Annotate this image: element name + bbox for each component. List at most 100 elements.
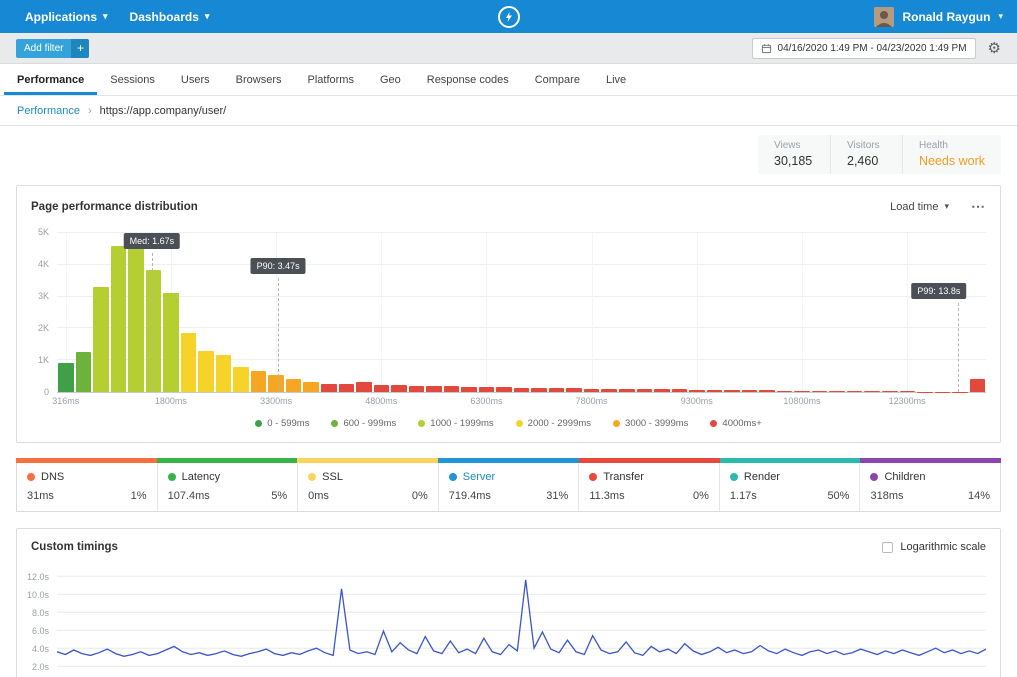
histogram-bar[interactable] — [479, 387, 495, 392]
timing-cell-server[interactable]: Server719.4ms31% — [438, 463, 579, 511]
nav-dashboards-menu[interactable]: Dashboards ▾ — [119, 0, 221, 33]
legend-dot-icon — [255, 420, 262, 427]
histogram-bar[interactable] — [707, 390, 723, 392]
histogram-bar[interactable] — [303, 382, 319, 392]
custom-timings-line — [57, 580, 986, 657]
histogram-bar[interactable] — [584, 389, 600, 392]
tab-users[interactable]: Users — [168, 64, 223, 95]
histogram-bar[interactable] — [864, 391, 880, 392]
metric-dropdown-value: Load time — [890, 201, 938, 213]
nav-dashboards-label: Dashboards — [130, 10, 199, 24]
breadcrumb-performance-link[interactable]: Performance — [17, 105, 80, 117]
histogram-bar[interactable] — [76, 352, 92, 392]
histogram-bar[interactable] — [777, 391, 793, 392]
tab-browsers[interactable]: Browsers — [223, 64, 295, 95]
tab-platforms[interactable]: Platforms — [294, 64, 366, 95]
histogram-bar[interactable] — [321, 384, 337, 392]
date-range-picker[interactable]: 04/16/2020 1:49 PM - 04/23/2020 1:49 PM — [752, 38, 976, 59]
tab-performance[interactable]: Performance — [4, 64, 97, 95]
timing-name: Transfer — [589, 471, 709, 483]
y-axis-label: 3K — [38, 291, 49, 301]
histogram-bar[interactable] — [216, 355, 232, 392]
histogram-bar[interactable] — [829, 391, 845, 392]
metric-dropdown[interactable]: Load time ▾ — [890, 201, 949, 213]
y-axis-label: 0 — [44, 387, 49, 397]
histogram-bar[interactable] — [882, 391, 898, 392]
tab-response-codes[interactable]: Response codes — [414, 64, 522, 95]
histogram-bar[interactable] — [514, 388, 530, 392]
y-axis-label: 5K — [38, 227, 49, 237]
timing-label: Render — [744, 471, 780, 483]
timing-name: Server — [449, 471, 569, 483]
histogram-bar[interactable] — [426, 386, 442, 392]
histogram-bar[interactable] — [391, 385, 407, 392]
histogram-bar[interactable] — [654, 389, 670, 392]
histogram-bar[interactable] — [409, 386, 425, 392]
histogram-bar[interactable] — [794, 391, 810, 392]
histogram-bar[interactable] — [847, 391, 863, 392]
histogram-bar[interactable] — [198, 351, 214, 392]
x-axis-label: 316ms — [52, 396, 79, 406]
logarithmic-scale-toggle[interactable]: Logarithmic scale — [882, 541, 986, 553]
nav-applications-menu[interactable]: Applications ▾ — [14, 0, 119, 33]
timing-name: Children — [870, 471, 990, 483]
histogram-bar[interactable] — [970, 379, 986, 392]
histogram-bar[interactable] — [58, 363, 74, 392]
more-menu-icon[interactable]: ⋯ — [971, 198, 986, 215]
gear-icon[interactable]: ⚙ — [988, 41, 1001, 56]
histogram-bar[interactable] — [900, 391, 916, 392]
tab-compare[interactable]: Compare — [522, 64, 593, 95]
histogram-bar[interactable] — [374, 385, 390, 392]
histogram-bar[interactable] — [549, 388, 565, 392]
histogram-bar[interactable] — [742, 390, 758, 392]
tab-live[interactable]: Live — [593, 64, 639, 95]
timing-cell-render[interactable]: Render1.17s50% — [719, 463, 860, 511]
histogram-bar[interactable] — [268, 375, 284, 392]
histogram-bar[interactable] — [619, 389, 635, 392]
timing-cell-ssl[interactable]: SSL0ms0% — [297, 463, 438, 511]
timing-cell-children[interactable]: Children318ms14% — [859, 463, 1000, 511]
percentile-marker-label: Med: 1.67s — [124, 233, 181, 249]
histogram-bar[interactable] — [339, 384, 355, 392]
histogram-bar[interactable] — [128, 246, 144, 392]
line-chart: 12.0s10.0s8.0s6.0s4.0s2.0s — [17, 565, 1000, 677]
histogram-bar[interactable] — [566, 388, 582, 392]
histogram-bar[interactable] — [181, 333, 197, 392]
histogram-bar[interactable] — [286, 379, 302, 392]
histogram-bar[interactable] — [461, 387, 477, 392]
histogram-bar[interactable] — [146, 270, 162, 392]
timing-value: 719.4ms — [449, 490, 491, 502]
timing-name: Render — [730, 471, 850, 483]
histogram-bar[interactable] — [812, 391, 828, 392]
timing-cell-dns[interactable]: DNS31ms1% — [17, 463, 157, 511]
histogram-bar[interactable] — [531, 388, 547, 392]
histogram-bar[interactable] — [233, 367, 249, 392]
legend-label: 3000 - 3999ms — [625, 418, 688, 429]
histogram-bar[interactable] — [724, 390, 740, 392]
timing-cell-latency[interactable]: Latency107.4ms5% — [157, 463, 298, 511]
checkbox-icon[interactable] — [882, 542, 893, 553]
add-filter-button[interactable]: Add filter + — [16, 39, 89, 58]
histogram-bar[interactable] — [759, 390, 775, 392]
histogram-bar[interactable] — [601, 389, 617, 392]
histogram-bar[interactable] — [163, 293, 179, 392]
histogram-bar[interactable] — [496, 387, 512, 392]
tab-sessions[interactable]: Sessions — [97, 64, 168, 95]
histogram-bar[interactable] — [672, 389, 688, 392]
histogram-bar[interactable] — [356, 382, 372, 392]
histogram-bar[interactable] — [111, 246, 127, 392]
tab-geo[interactable]: Geo — [367, 64, 414, 95]
timing-dot-icon — [589, 473, 597, 481]
legend-dot-icon — [516, 420, 523, 427]
histogram-bar[interactable] — [93, 287, 109, 392]
histogram-bar[interactable] — [251, 371, 267, 392]
user-menu[interactable]: Ronald Raygun ▾ — [874, 7, 1003, 27]
histogram-bar[interactable] — [689, 390, 705, 392]
y-axis-label: 2.0s — [32, 662, 49, 672]
timing-value: 11.3ms — [589, 490, 624, 502]
timing-cell-transfer[interactable]: Transfer11.3ms0% — [578, 463, 719, 511]
histogram-bar[interactable] — [444, 386, 460, 392]
histogram-bar[interactable] — [637, 389, 653, 392]
lightning-logo-icon[interactable] — [498, 6, 520, 28]
stat-value: 2,460 — [847, 154, 886, 168]
